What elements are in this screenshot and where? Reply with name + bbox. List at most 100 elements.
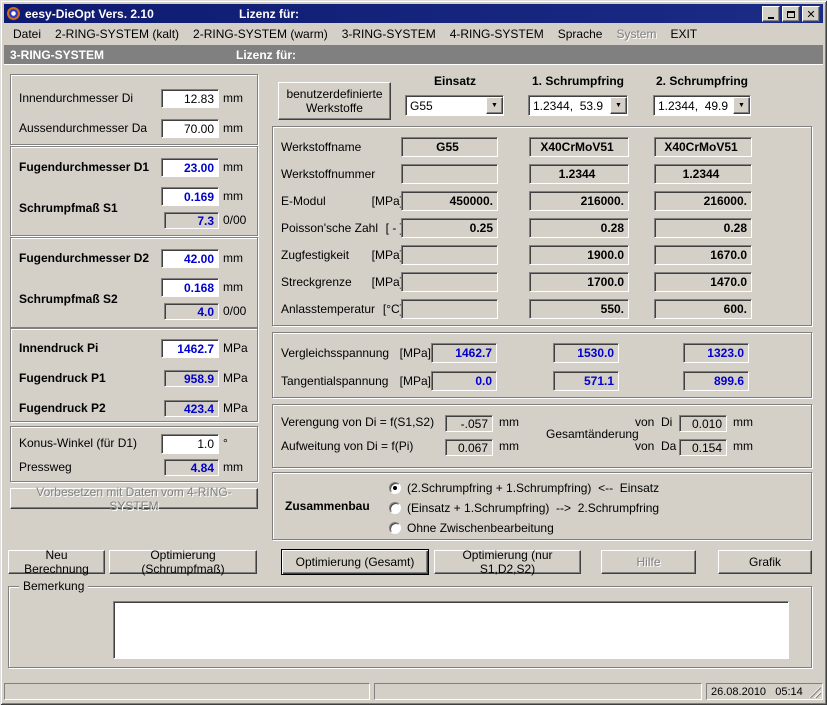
table-row: Vergleichsspannung[MPa] 1462.7 1530.0 13… (273, 343, 811, 363)
maximize-icon (787, 11, 795, 18)
menu-sprache[interactable]: Sprache (551, 25, 610, 43)
p2-field: 423.4 (164, 400, 219, 417)
poisson-einsatz: 0.25 (401, 218, 498, 238)
einsatz-material-select[interactable]: G55 ▼ (405, 95, 504, 116)
ring1-material-select[interactable]: 1.2344, 53.9 ▼ (528, 95, 628, 116)
assembly-option-3[interactable]: Ohne Zwischenbearbeitung (389, 520, 554, 536)
zugfestigkeit-ring1: 1900.0 (529, 245, 629, 265)
werkstoffnummer-einsatz (401, 164, 498, 184)
d2-input[interactable]: 42.00 (161, 249, 219, 268)
group-stresses: Vergleichsspannung[MPa] 1462.7 1530.0 13… (272, 332, 812, 398)
d1-unit: mm (223, 158, 243, 177)
radio-icon[interactable] (389, 482, 401, 494)
menu-datei[interactable]: Datei (6, 25, 48, 43)
grafik-button[interactable]: Grafik (718, 550, 812, 574)
anlasstemperatur-ring1: 550. (529, 299, 629, 319)
d2-unit: mm (223, 249, 243, 268)
di-label: Innendurchmesser Di (19, 89, 133, 108)
menu-2ring-kalt[interactable]: 2-RING-SYSTEM (kalt) (48, 25, 186, 43)
s2-unit: mm (223, 278, 243, 297)
p1-label: Fugendruck P1 (19, 369, 106, 388)
table-row: Werkstoffname G55 X40CrMoV51 X40CrMoV51 (273, 137, 811, 157)
pi-unit: MPa (223, 339, 248, 358)
section-header: 3-RING-SYSTEM Lizenz für: (4, 45, 823, 64)
title-bar[interactable]: eesy-DieOpt Vers. 2.10 Lizenz für: ✕ (4, 4, 823, 23)
vergleichsspannung-einsatz: 1462.7 (431, 343, 497, 363)
werkstoffname-ring1: X40CrMoV51 (529, 137, 629, 157)
chevron-down-icon[interactable]: ▼ (610, 97, 627, 114)
group-ring1: Fugendurchmesser D1 23.00 mm Schrumpfmaß… (10, 146, 258, 236)
column-header-ring2: 2. Schrumpfring (637, 74, 767, 88)
emodul-ring2: 216000. (654, 191, 752, 211)
d2-label: Fugendurchmesser D2 (19, 249, 149, 268)
radio-icon[interactable] (389, 522, 401, 534)
s1-permille-field: 7.3 (164, 212, 219, 229)
chevron-down-icon[interactable]: ▼ (486, 97, 503, 114)
vergleichsspannung-ring1: 1530.0 (553, 343, 619, 363)
s2-input[interactable]: 0.168 (161, 278, 219, 297)
zugfestigkeit-einsatz (401, 245, 498, 265)
streckgrenze-ring1: 1700.0 (529, 272, 629, 292)
d1-label: Fugendurchmesser D1 (19, 158, 149, 177)
radio-icon[interactable] (389, 502, 401, 514)
optimierung-s1d2s2-button[interactable]: Optimierung (nur S1,D2,S2) (434, 550, 581, 574)
close-button[interactable]: ✕ (802, 6, 820, 22)
pressweg-field: 4.84 (164, 459, 219, 476)
app-icon (7, 7, 20, 20)
table-row: Streckgrenze[MPa] 1700.0 1470.0 (273, 272, 811, 292)
bemerkung-textarea[interactable] (113, 601, 789, 659)
bemerkung-label: Bemerkung (19, 579, 88, 593)
d1-input[interactable]: 23.00 (161, 158, 219, 177)
menu-exit[interactable]: EXIT (663, 25, 704, 43)
s1-permille-unit: 0/00 (223, 211, 246, 230)
von-di-label: von Di (635, 413, 672, 432)
menu-2ring-warm[interactable]: 2-RING-SYSTEM (warm) (186, 25, 335, 43)
menu-4ring[interactable]: 4-RING-SYSTEM (443, 25, 551, 43)
neu-berechnung-button[interactable]: Neu Berechnung (8, 550, 105, 574)
assembly-option-1[interactable]: (2.Schrumpfring + 1.Schrumpfring) <-- Ei… (389, 480, 659, 496)
maximize-button[interactable] (782, 6, 800, 22)
vergleichsspannung-ring2: 1323.0 (683, 343, 749, 363)
chevron-down-icon[interactable]: ▼ (733, 97, 750, 114)
hilfe-button: Hilfe (601, 550, 696, 574)
zugfestigkeit-ring2: 1670.0 (654, 245, 752, 265)
pressweg-label: Pressweg (19, 458, 72, 477)
status-panel-datetime: 26.08.2010 05:14 (706, 683, 823, 700)
table-row: Poisson'sche Zahl[ - ] 0.25 0.28 0.28 (273, 218, 811, 238)
s1-unit: mm (223, 187, 243, 206)
custom-materials-button[interactable]: benutzerdefinierte Werkstoffe (278, 82, 391, 120)
di-input[interactable]: 12.83 (161, 89, 219, 108)
aufweitung-label: Aufweitung von Di = f(Pi) (281, 437, 413, 456)
tangentialspannung-ring1: 571.1 (553, 371, 619, 391)
pi-label: Innendruck Pi (19, 339, 98, 358)
konus-unit: ° (223, 434, 228, 453)
ring2-material-select[interactable]: 1.2344, 49.9 ▼ (653, 95, 751, 116)
konus-input[interactable]: 1.0 (161, 434, 219, 454)
s2-permille-field: 4.0 (164, 303, 219, 320)
optimierung-schrumpfmass-button[interactable]: Optimierung (Schrumpfmaß) (109, 550, 257, 574)
status-panel-1 (4, 683, 370, 700)
status-bar: 26.08.2010 05:14 (0, 682, 827, 701)
minimize-button[interactable] (762, 6, 780, 22)
s1-input[interactable]: 0.169 (161, 187, 219, 206)
status-datetime: 26.08.2010 05:14 (707, 686, 803, 698)
menu-3ring[interactable]: 3-RING-SYSTEM (335, 25, 443, 43)
streckgrenze-einsatz (401, 272, 498, 292)
table-row: E-Modul[MPa] 450000. 216000. 216000. (273, 191, 811, 211)
status-panel-2 (374, 683, 702, 700)
da-label: Aussendurchmesser Da (19, 119, 147, 138)
optimierung-gesamt-button[interactable]: Optimierung (Gesamt) (281, 549, 429, 575)
resize-grip-icon[interactable] (809, 686, 821, 698)
assembly-option-2[interactable]: (Einsatz + 1.Schrumpfring) --> 2.Schrump… (389, 500, 659, 516)
group-zusammenbau: Zusammenbau (2.Schrumpfring + 1.Schrumpf… (272, 472, 812, 540)
emodul-einsatz: 450000. (401, 191, 498, 211)
streckgrenze-ring2: 1470.0 (654, 272, 752, 292)
s2-label: Schrumpfmaß S2 (19, 290, 118, 309)
da-input[interactable]: 70.00 (161, 119, 219, 138)
emodul-ring1: 216000. (529, 191, 629, 211)
poisson-ring2: 0.28 (654, 218, 752, 238)
werkstoffnummer-ring2: 1.2344 (654, 164, 752, 184)
group-diameter-changes: Verengung von Di = f(S1,S2) -.057 mm Auf… (272, 404, 812, 468)
pi-input[interactable]: 1462.7 (161, 339, 219, 358)
table-row: Werkstoffnummer 1.2344 1.2344 (273, 164, 811, 184)
